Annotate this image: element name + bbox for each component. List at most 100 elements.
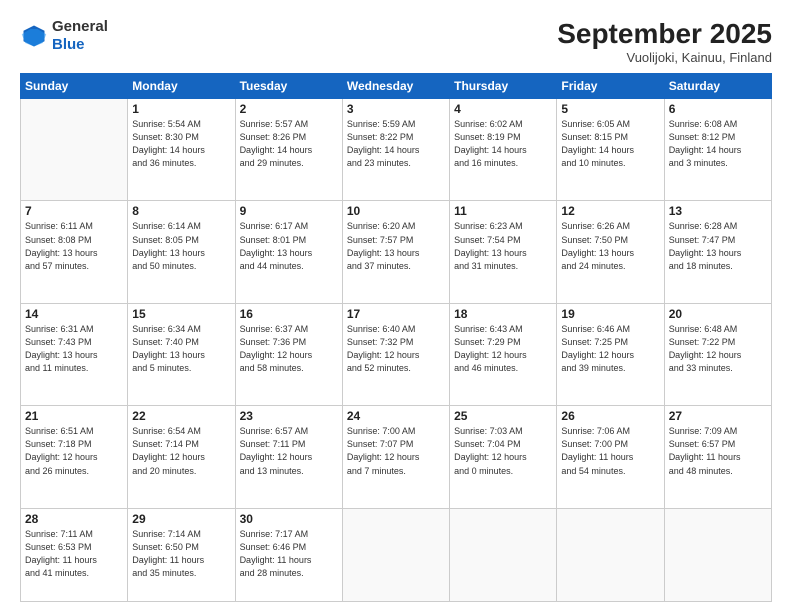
day-info: Sunrise: 6:23 AM Sunset: 7:54 PM Dayligh…: [454, 220, 552, 272]
table-row: 12 Sunrise: 6:26 AM Sunset: 7:50 PM Dayli…: [557, 201, 664, 303]
logo-icon: [20, 22, 48, 50]
day-info: Sunrise: 6:43 AM Sunset: 7:29 PM Dayligh…: [454, 323, 552, 375]
day-number: 11: [454, 204, 552, 218]
day-info: Sunrise: 7:17 AM Sunset: 6:46 PM Dayligh…: [240, 528, 338, 580]
day-number: 27: [669, 409, 767, 423]
day-number: 21: [25, 409, 123, 423]
page: General Blue September 2025 Vuolijoki, K…: [0, 0, 792, 612]
calendar-header-row: Sunday Monday Tuesday Wednesday Thursday…: [21, 74, 772, 99]
col-friday: Friday: [557, 74, 664, 99]
table-row: 3 Sunrise: 5:59 AM Sunset: 8:22 PM Daylig…: [342, 99, 449, 201]
table-row: 15Sunrise: 6:34 AM Sunset: 7:40 PM Dayli…: [128, 303, 235, 405]
table-row: 28 Sunrise: 7:11 AM Sunset: 6:53 PM Dayli…: [21, 508, 128, 601]
day-info: Sunrise: 6:05 AM Sunset: 8:15 PM Dayligh…: [561, 118, 659, 170]
table-row: 1Sunrise: 5:54 AM Sunset: 8:30 PM Daylig…: [128, 99, 235, 201]
subtitle: Vuolijoki, Kainuu, Finland: [557, 50, 772, 65]
day-info: Sunrise: 6:28 AM Sunset: 7:47 PM Dayligh…: [669, 220, 767, 272]
day-info: Sunrise: 7:03 AM Sunset: 7:04 PM Dayligh…: [454, 425, 552, 477]
day-info: Sunrise: 6:02 AM Sunset: 8:19 PM Dayligh…: [454, 118, 552, 170]
calendar-week-row: 1Sunrise: 5:54 AM Sunset: 8:30 PM Daylig…: [21, 99, 772, 201]
day-number: 7: [25, 204, 123, 218]
month-title: September 2025: [557, 18, 772, 50]
col-sunday: Sunday: [21, 74, 128, 99]
logo-blue: Blue: [52, 36, 85, 53]
day-number: 24: [347, 409, 445, 423]
day-info: Sunrise: 6:51 AM Sunset: 7:18 PM Dayligh…: [25, 425, 123, 477]
day-info: Sunrise: 6:48 AM Sunset: 7:22 PM Dayligh…: [669, 323, 767, 375]
day-number: 17: [347, 307, 445, 321]
day-number: 29: [132, 512, 230, 526]
table-row: 14 Sunrise: 6:31 AM Sunset: 7:43 PM Dayli…: [21, 303, 128, 405]
day-info: Sunrise: 7:00 AM Sunset: 7:07 PM Dayligh…: [347, 425, 445, 477]
day-number: 12: [561, 204, 659, 218]
day-number: 4: [454, 102, 552, 116]
table-row: [342, 508, 449, 601]
logo: General Blue: [20, 18, 108, 54]
day-info: Sunrise: 6:54 AM Sunset: 7:14 PM Dayligh…: [132, 425, 230, 477]
col-thursday: Thursday: [450, 74, 557, 99]
table-row: 29 Sunrise: 7:14 AM Sunset: 6:50 PM Dayli…: [128, 508, 235, 601]
table-row: 11 Sunrise: 6:23 AM Sunset: 7:54 PM Dayli…: [450, 201, 557, 303]
table-row: 17Sunrise: 6:40 AM Sunset: 7:32 PM Dayli…: [342, 303, 449, 405]
col-wednesday: Wednesday: [342, 74, 449, 99]
day-number: 28: [25, 512, 123, 526]
day-info: Sunrise: 6:11 AM Sunset: 8:08 PM Dayligh…: [25, 220, 123, 272]
calendar-table: Sunday Monday Tuesday Wednesday Thursday…: [20, 73, 772, 602]
day-number: 9: [240, 204, 338, 218]
day-number: 10: [347, 204, 445, 218]
table-row: 6Sunrise: 6:08 AM Sunset: 8:12 PM Daylig…: [664, 99, 771, 201]
table-row: 4 Sunrise: 6:02 AM Sunset: 8:19 PM Daylig…: [450, 99, 557, 201]
logo-general: General: [52, 18, 108, 35]
day-number: 5: [561, 102, 659, 116]
day-number: 25: [454, 409, 552, 423]
day-number: 16: [240, 307, 338, 321]
calendar-week-row: 7 Sunrise: 6:11 AM Sunset: 8:08 PM Daylig…: [21, 201, 772, 303]
day-info: Sunrise: 6:20 AM Sunset: 7:57 PM Dayligh…: [347, 220, 445, 272]
header: General Blue September 2025 Vuolijoki, K…: [20, 18, 772, 65]
day-info: Sunrise: 7:11 AM Sunset: 6:53 PM Dayligh…: [25, 528, 123, 580]
day-info: Sunrise: 7:09 AM Sunset: 6:57 PM Dayligh…: [669, 425, 767, 477]
day-number: 8: [132, 204, 230, 218]
day-number: 2: [240, 102, 338, 116]
table-row: 25 Sunrise: 7:03 AM Sunset: 7:04 PM Dayli…: [450, 406, 557, 508]
table-row: 7 Sunrise: 6:11 AM Sunset: 8:08 PM Daylig…: [21, 201, 128, 303]
table-row: 10 Sunrise: 6:20 AM Sunset: 7:57 PM Dayli…: [342, 201, 449, 303]
col-saturday: Saturday: [664, 74, 771, 99]
table-row: 9 Sunrise: 6:17 AM Sunset: 8:01 PM Daylig…: [235, 201, 342, 303]
calendar-week-row: 28 Sunrise: 7:11 AM Sunset: 6:53 PM Dayli…: [21, 508, 772, 601]
day-number: 26: [561, 409, 659, 423]
day-number: 6: [669, 102, 767, 116]
day-info: Sunrise: 7:14 AM Sunset: 6:50 PM Dayligh…: [132, 528, 230, 580]
day-info: Sunrise: 6:46 AM Sunset: 7:25 PM Dayligh…: [561, 323, 659, 375]
table-row: 13Sunrise: 6:28 AM Sunset: 7:47 PM Dayli…: [664, 201, 771, 303]
title-block: September 2025 Vuolijoki, Kainuu, Finlan…: [557, 18, 772, 65]
day-info: Sunrise: 6:17 AM Sunset: 8:01 PM Dayligh…: [240, 220, 338, 272]
calendar-week-row: 14 Sunrise: 6:31 AM Sunset: 7:43 PM Dayli…: [21, 303, 772, 405]
day-info: Sunrise: 6:57 AM Sunset: 7:11 PM Dayligh…: [240, 425, 338, 477]
day-info: Sunrise: 6:37 AM Sunset: 7:36 PM Dayligh…: [240, 323, 338, 375]
day-info: Sunrise: 6:26 AM Sunset: 7:50 PM Dayligh…: [561, 220, 659, 272]
table-row: 26 Sunrise: 7:06 AM Sunset: 7:00 PM Dayli…: [557, 406, 664, 508]
day-number: 1: [132, 102, 230, 116]
table-row: 21 Sunrise: 6:51 AM Sunset: 7:18 PM Dayli…: [21, 406, 128, 508]
day-info: Sunrise: 6:34 AM Sunset: 7:40 PM Dayligh…: [132, 323, 230, 375]
table-row: 22Sunrise: 6:54 AM Sunset: 7:14 PM Dayli…: [128, 406, 235, 508]
day-info: Sunrise: 6:31 AM Sunset: 7:43 PM Dayligh…: [25, 323, 123, 375]
table-row: 18 Sunrise: 6:43 AM Sunset: 7:29 PM Dayli…: [450, 303, 557, 405]
table-row: 27 Sunrise: 7:09 AM Sunset: 6:57 PM Dayli…: [664, 406, 771, 508]
day-number: 30: [240, 512, 338, 526]
day-info: Sunrise: 7:06 AM Sunset: 7:00 PM Dayligh…: [561, 425, 659, 477]
table-row: 24 Sunrise: 7:00 AM Sunset: 7:07 PM Dayli…: [342, 406, 449, 508]
day-info: Sunrise: 5:57 AM Sunset: 8:26 PM Dayligh…: [240, 118, 338, 170]
day-number: 3: [347, 102, 445, 116]
day-number: 14: [25, 307, 123, 321]
day-number: 18: [454, 307, 552, 321]
day-number: 20: [669, 307, 767, 321]
day-number: 19: [561, 307, 659, 321]
table-row: 30 Sunrise: 7:17 AM Sunset: 6:46 PM Dayli…: [235, 508, 342, 601]
col-monday: Monday: [128, 74, 235, 99]
col-tuesday: Tuesday: [235, 74, 342, 99]
table-row: 20 Sunrise: 6:48 AM Sunset: 7:22 PM Dayli…: [664, 303, 771, 405]
day-info: Sunrise: 5:59 AM Sunset: 8:22 PM Dayligh…: [347, 118, 445, 170]
table-row: [557, 508, 664, 601]
